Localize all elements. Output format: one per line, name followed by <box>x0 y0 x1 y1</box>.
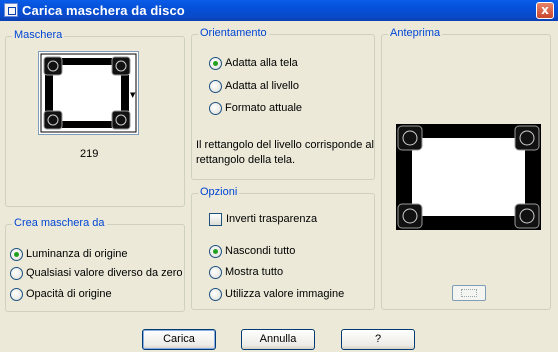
radio-fit-canvas[interactable]: Adatta alla tela <box>209 57 298 70</box>
checkbox-invert-transparency[interactable]: Inverti trasparenza <box>209 213 317 226</box>
description-line: rettangolo della tela. <box>196 154 296 166</box>
preview-toggle-button[interactable] <box>452 285 486 301</box>
window-title: Carica maschera da disco <box>22 3 185 18</box>
cancel-button[interactable]: Annulla <box>241 329 315 350</box>
radio-label: Qualsiasi valore diverso da zero <box>26 267 183 279</box>
preview-icon <box>461 289 477 297</box>
radio-fit-layer[interactable]: Adatta al livello <box>209 80 299 93</box>
options-legend: Opzioni <box>198 186 240 198</box>
close-button[interactable]: x <box>536 2 554 19</box>
preview-image <box>396 124 541 230</box>
checkbox-label: Inverti trasparenza <box>226 213 318 225</box>
title-bar[interactable]: Carica maschera da disco x <box>0 0 558 21</box>
radio-button[interactable] <box>209 102 222 115</box>
radio-any-nonzero[interactable]: Qualsiasi valore diverso da zero <box>10 267 183 280</box>
radio-button[interactable] <box>209 266 222 279</box>
radio-label: Formato attuale <box>225 102 303 114</box>
radio-label: Luminanza di origine <box>26 248 128 260</box>
radio-luminance[interactable]: Luminanza di origine <box>10 248 128 261</box>
radio-source-opacity[interactable]: Opacità di origine <box>10 288 112 301</box>
radio-show-all[interactable]: Mostra tutto <box>209 266 283 279</box>
app-icon <box>4 3 18 17</box>
radio-button[interactable] <box>10 267 23 280</box>
mask-value: 219 <box>80 148 99 160</box>
radio-label: Nascondi tutto <box>225 245 296 257</box>
orientation-description: Il rettangolo del livello corrisponde al… <box>196 138 374 168</box>
mask-selector[interactable] <box>38 51 139 135</box>
dropdown-arrow-icon[interactable]: ▼ <box>130 92 135 99</box>
orientation-legend: Orientamento <box>198 27 269 39</box>
radio-label: Adatta al livello <box>225 80 299 92</box>
radio-use-image-value[interactable]: Utilizza valore immagine <box>209 288 344 301</box>
radio-label: Utilizza valore immagine <box>225 288 345 300</box>
radio-button[interactable] <box>209 80 222 93</box>
radio-button[interactable] <box>209 245 222 258</box>
radio-label: Opacità di origine <box>26 288 112 300</box>
celtic-frame-mask-icon <box>40 53 137 133</box>
mask-preview-icon <box>396 124 541 230</box>
checkbox[interactable] <box>209 213 222 226</box>
radio-label: Mostra tutto <box>225 266 284 278</box>
create-from-legend: Crea maschera da <box>12 217 107 229</box>
radio-label: Adatta alla tela <box>225 57 298 69</box>
mask-legend: Maschera <box>12 29 65 41</box>
description-line: Il rettangolo del livello corrisponde al <box>196 139 374 151</box>
radio-current-size[interactable]: Formato attuale <box>209 102 302 115</box>
help-button[interactable]: ? <box>341 329 415 350</box>
radio-hide-all[interactable]: Nascondi tutto <box>209 245 295 258</box>
radio-button[interactable] <box>209 57 222 70</box>
preview-legend: Anteprima <box>388 27 443 39</box>
close-icon: x <box>541 3 549 17</box>
radio-button[interactable] <box>209 288 222 301</box>
radio-button[interactable] <box>10 288 23 301</box>
radio-button[interactable] <box>10 248 23 261</box>
load-button[interactable]: Carica <box>142 329 216 350</box>
